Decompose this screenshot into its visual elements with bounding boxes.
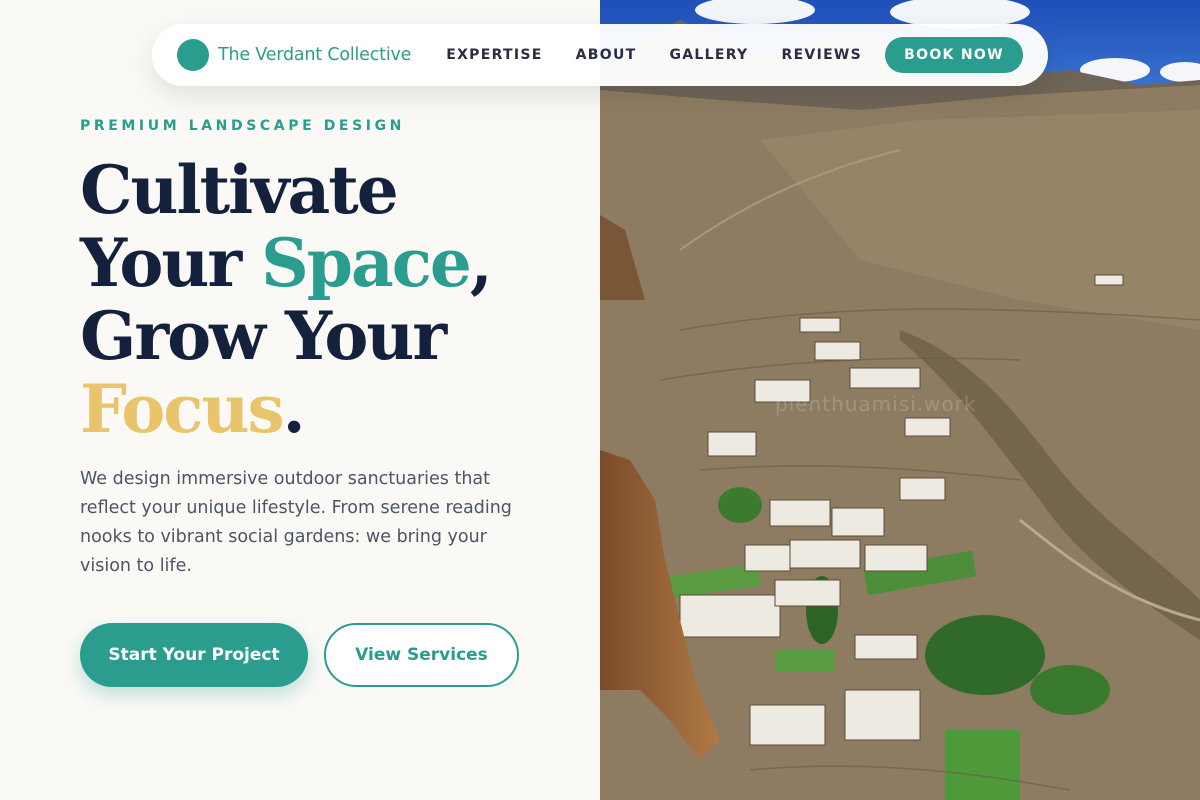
start-project-button[interactable]: Start Your Project (80, 623, 308, 687)
headline-line-1: Cultivate (80, 154, 600, 227)
headline-comma: , (469, 224, 493, 302)
hero-photo: plenthuamisi.work (600, 0, 1200, 800)
nav-link-expertise[interactable]: EXPERTISE (446, 47, 542, 63)
brand-name: The Verdant Collective (218, 45, 412, 65)
view-services-button[interactable]: View Services (324, 623, 519, 687)
headline-word-focus: Focus (80, 370, 285, 448)
headline-line-4: Focus. (80, 373, 600, 446)
brand-logo[interactable]: The Verdant Collective (177, 39, 411, 71)
headline-word-cultivate: Cultivate (80, 151, 399, 229)
headline-line-3: Grow Your (80, 300, 600, 373)
brand-dot-icon (177, 39, 209, 71)
nav-link-gallery[interactable]: GALLERY (670, 47, 749, 63)
headline-word-space: Space (261, 224, 472, 302)
book-now-button[interactable]: BOOK NOW (885, 37, 1023, 73)
nav-link-about[interactable]: ABOUT (576, 47, 637, 63)
nav-link-reviews[interactable]: REVIEWS (781, 47, 862, 63)
hero-section: PREMIUM LANDSCAPE DESIGN Cultivate Your … (0, 0, 600, 800)
headline-period: . (282, 370, 306, 448)
main-navigation: The Verdant Collective EXPERTISE ABOUT G… (152, 24, 1048, 86)
hero-description: We design immersive outdoor sanctuaries … (80, 469, 512, 576)
hero-headline: Cultivate Your Space, Grow Your Focus. (80, 154, 600, 446)
headline-word-your: Your (80, 224, 262, 302)
hero-eyebrow: PREMIUM LANDSCAPE DESIGN (80, 118, 405, 134)
headline-word-grow-your: Grow Your (80, 297, 447, 375)
nav-links: EXPERTISE ABOUT GALLERY REVIEWS (446, 47, 895, 63)
headline-line-2: Your Space, (80, 227, 600, 300)
